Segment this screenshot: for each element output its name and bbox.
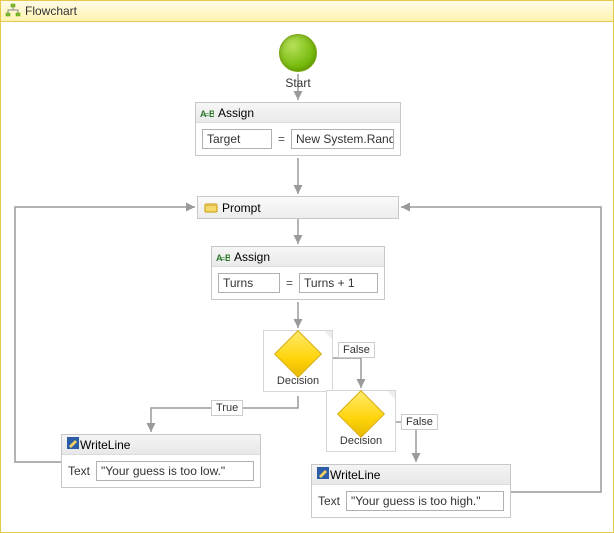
flowchart-icon [5, 3, 21, 19]
workflow-title-bar: Flowchart [0, 0, 614, 22]
prompt-icon [204, 201, 218, 215]
assign-activity-target[interactable]: A=B Assign Target = New System.Rando [195, 102, 401, 156]
fold-icon [387, 391, 395, 399]
fold-icon [324, 331, 332, 339]
writeline-title: WriteLine [80, 438, 130, 452]
assign-header: A=B Assign [196, 103, 400, 123]
assign-header: A=B Assign [212, 247, 384, 267]
flowchart-canvas[interactable]: Start A=B Assign Target = New System.Ran… [0, 22, 614, 533]
text-label: Text [68, 464, 90, 478]
writeline-body: Text "Your guess is too low." [62, 455, 260, 487]
diamond-icon [274, 330, 322, 378]
decision-node-2[interactable]: Decision [326, 390, 396, 452]
assign-title: Assign [218, 106, 254, 120]
writeline-activity-low[interactable]: WriteLine Text "Your guess is too low." [61, 434, 261, 488]
assign-icon: A=B [216, 251, 230, 263]
decision-node-1[interactable]: Decision [263, 330, 333, 392]
assign-body: Target = New System.Rando [196, 123, 400, 155]
branch-label-false: False [338, 342, 375, 358]
workflow-title: Flowchart [25, 4, 77, 18]
writeline-header: WriteLine [312, 465, 510, 485]
start-label: Start [279, 76, 317, 90]
assign-value-field[interactable]: Turns + 1 [299, 273, 378, 293]
diamond-icon [337, 390, 385, 438]
assign-title: Assign [234, 250, 270, 264]
start-node[interactable] [279, 34, 317, 72]
writeline-title: WriteLine [330, 468, 380, 482]
assign-activity-turns[interactable]: A=B Assign Turns = Turns + 1 [211, 246, 385, 300]
writeline-text-field[interactable]: "Your guess is too low." [96, 461, 254, 481]
branch-label-true: True [211, 400, 243, 416]
equals-sign: = [286, 276, 293, 290]
assign-value-field[interactable]: New System.Rando [291, 129, 394, 149]
writeline-text-field[interactable]: "Your guess is too high." [346, 491, 504, 511]
prompt-title: Prompt [222, 201, 261, 215]
writeline-header: WriteLine [62, 435, 260, 455]
assign-to-field[interactable]: Target [202, 129, 272, 149]
svg-text:B: B [209, 109, 214, 119]
writeline-body: Text "Your guess is too high." [312, 485, 510, 517]
svg-text:B: B [225, 253, 230, 263]
text-label: Text [318, 494, 340, 508]
branch-label-false: False [401, 414, 438, 430]
writeline-activity-high[interactable]: WriteLine Text "Your guess is too high." [311, 464, 511, 518]
prompt-activity[interactable]: Prompt [197, 196, 399, 219]
equals-sign: = [278, 132, 285, 146]
assign-body: Turns = Turns + 1 [212, 267, 384, 299]
writeline-icon [316, 466, 330, 483]
assign-icon: A=B [200, 107, 214, 119]
writeline-icon [66, 436, 80, 453]
assign-to-field[interactable]: Turns [218, 273, 280, 293]
